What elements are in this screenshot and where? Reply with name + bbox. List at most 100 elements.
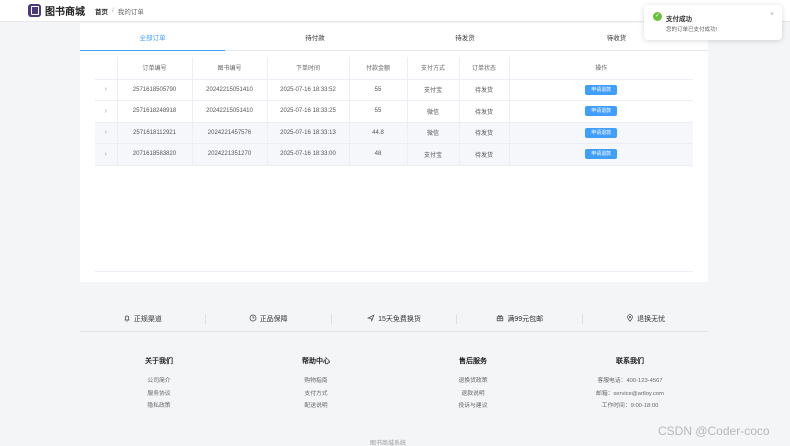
toast-message: 您的订单已支付成功! [666, 27, 718, 33]
breadcrumb-separator: / [112, 7, 114, 14]
feature-bar: 正规渠道 正品保障 15天免费换货 满99元包邮 退换无忧 [80, 306, 708, 332]
status: 待发货 [459, 100, 510, 123]
status: 待发货 [459, 143, 510, 166]
book-no: 20242215051410 [192, 79, 268, 101]
footer-link[interactable]: 隐私政策 [109, 400, 209, 413]
footer-contact: 联系我们 客服电话：400-123-4567 邮箱：service@artloy… [580, 356, 680, 413]
col-action: 操作 [509, 57, 693, 80]
status: 待发货 [459, 122, 510, 144]
book-logo-icon[interactable] [28, 4, 41, 17]
footer-link[interactable]: 配送说明 [266, 400, 366, 413]
expand-chevron-icon[interactable]: › [95, 143, 118, 166]
order-no: 2571618505790 [117, 79, 193, 101]
order-no: 2571618112921 [117, 122, 193, 144]
expand-header [95, 57, 118, 80]
send-icon [367, 313, 375, 324]
orders-table: 订单编号 图书编号 下单时间 付款金额 支付方式 订单状态 操作 › 25716… [95, 57, 693, 166]
footer-link[interactable]: 购物指南 [266, 375, 366, 388]
footer-link[interactable]: 服务协议 [109, 388, 209, 401]
table-row: › 2571618112921 2024221457576 2025-07-16… [95, 122, 693, 144]
clock-icon [249, 314, 257, 324]
feature-label: 退换无忧 [637, 315, 666, 323]
book-no: 20242215051410 [192, 100, 268, 123]
feature-item: 15天免费换货 [332, 313, 458, 324]
footer-link[interactable]: 退款说明 [423, 388, 523, 401]
orders-card: 全部订单 待付款 待发货 待收货 订单编号 图书编号 下单时间 付款金额 支付方… [80, 23, 708, 282]
breadcrumb-home[interactable]: 首页 [95, 6, 108, 16]
order-no: 2571618248918 [117, 100, 193, 123]
col-pay-method: 支付方式 [407, 57, 460, 80]
amount: 55 [349, 79, 408, 101]
order-tabs: 全部订单 待付款 待发货 待收货 [80, 29, 708, 51]
feature-label: 正品保障 [259, 315, 288, 323]
order-time: 2025-07-16 18:33:25 [267, 100, 350, 123]
check-circle-icon: ✓ [653, 12, 662, 21]
col-amount: 付款金额 [349, 57, 408, 80]
table-bottom-divider [95, 271, 693, 272]
feature-item: 正品保障 [206, 313, 332, 324]
refund-button[interactable]: 申请退款 [585, 84, 618, 95]
watermark: CSDN @Coder-coco [658, 424, 770, 438]
table-row: › 2571618248918 20242215051410 2025-07-1… [95, 100, 693, 123]
action-cell: 申请退款 [509, 143, 693, 166]
tab-pending-shipment[interactable]: 待发货 [405, 29, 525, 50]
footer-after-sales-title: 售后服务 [459, 358, 487, 365]
amount: 55 [349, 100, 408, 123]
footer-link[interactable]: 投诉与建议 [423, 400, 523, 413]
contact-hours: 工作时间：9:00-18:00 [601, 403, 659, 409]
footer-help: 帮助中心 购物指南 支付方式 配送说明 [266, 356, 366, 413]
pay-method: 微信 [407, 100, 460, 123]
footer-link[interactable]: 支付方式 [266, 388, 366, 401]
footer-about-title: 关于我们 [145, 358, 173, 365]
refund-button[interactable]: 申请退款 [585, 127, 618, 138]
status: 待发货 [459, 79, 510, 101]
footer-after-sales: 售后服务 退换货政策 退款说明 投诉与建议 [423, 356, 523, 413]
app-name[interactable]: 图书商城 [45, 3, 85, 18]
bell-icon [123, 314, 131, 324]
contact-phone: 客服电话：400-123-4567 [597, 378, 663, 384]
pay-method: 微信 [407, 122, 460, 144]
table-row: › 2071618583820 2024221351270 2025-07-16… [95, 143, 693, 166]
expand-chevron-icon[interactable]: › [95, 122, 118, 144]
amount: 48 [349, 143, 408, 166]
book-no: 2024221351270 [192, 143, 268, 166]
gift-icon [496, 314, 504, 324]
refund-button[interactable]: 申请退款 [585, 149, 618, 160]
feature-label: 正规渠道 [133, 315, 162, 323]
col-order-time: 下单时间 [267, 57, 350, 80]
location-icon [626, 313, 634, 324]
toast-title: 支付成功 [666, 16, 692, 23]
pay-method: 支付宝 [407, 79, 460, 101]
close-icon[interactable]: × [770, 11, 774, 18]
book-no: 2024221457576 [192, 122, 268, 144]
refund-button[interactable]: 申请退款 [585, 106, 618, 117]
footer-contact-title: 联系我们 [616, 358, 644, 365]
feature-label: 满99元包邮 [507, 315, 544, 323]
order-no: 2071618583820 [117, 143, 193, 166]
action-cell: 申请退款 [509, 79, 693, 101]
tab-pending-payment[interactable]: 待付款 [225, 29, 405, 50]
order-time: 2025-07-16 18:33:13 [267, 122, 350, 144]
footer-about: 关于我们 公司简介 服务协议 隐私政策 [109, 356, 209, 413]
action-cell: 申请退款 [509, 100, 693, 123]
payment-success-toast: ✓ 支付成功 您的订单已支付成功! × [644, 5, 782, 40]
table-row: › 2571618505790 20242215051410 2025-07-1… [95, 79, 693, 101]
action-cell: 申请退款 [509, 122, 693, 144]
footer-link[interactable]: 退换货政策 [423, 375, 523, 388]
pay-method: 支付宝 [407, 143, 460, 166]
order-time: 2025-07-16 18:33:00 [267, 143, 350, 166]
col-book-no: 图书编号 [192, 57, 268, 80]
col-status: 订单状态 [459, 57, 510, 80]
order-time: 2025-07-16 18:33:52 [267, 79, 350, 101]
amount: 44.8 [349, 122, 408, 144]
expand-chevron-icon[interactable]: › [95, 100, 118, 123]
footer-copyright: 图书商城系统 [370, 441, 407, 446]
tab-all-orders[interactable]: 全部订单 [80, 29, 225, 51]
expand-chevron-icon[interactable]: › [95, 79, 118, 101]
feature-item: 满99元包邮 [457, 313, 584, 324]
feature-item: 正规渠道 [80, 313, 206, 324]
col-order-no: 订单编号 [117, 57, 193, 80]
footer-help-title: 帮助中心 [302, 358, 330, 365]
feature-item: 退换无忧 [583, 313, 708, 324]
footer-link[interactable]: 公司简介 [109, 375, 209, 388]
